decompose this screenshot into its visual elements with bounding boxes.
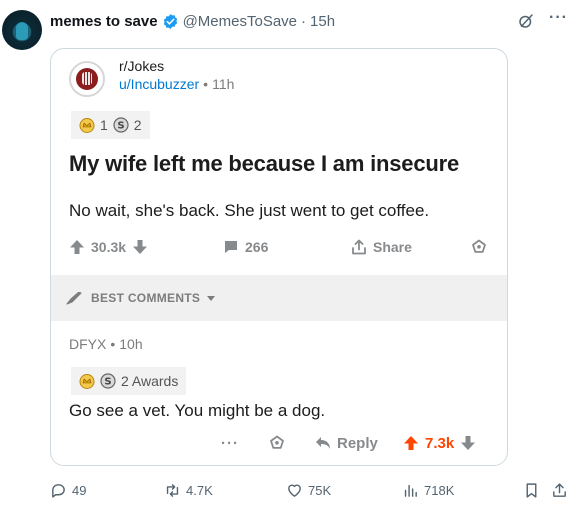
- tweet-engagement-bar: 49 4.7K 75K 718K: [0, 480, 588, 500]
- post-comment-count: 266: [245, 239, 269, 255]
- grok-icon[interactable]: [517, 12, 535, 30]
- post-vote-group: 30.3k: [69, 235, 148, 259]
- post-time: 11h: [212, 76, 235, 92]
- post-awards: 1 S 2: [71, 111, 150, 139]
- comment-reply: Reply: [315, 431, 378, 455]
- tweet: memes to save @MemesToSave · 15h ··· r/J…: [0, 0, 588, 512]
- tweet-time[interactable]: 15h: [310, 13, 335, 30]
- downvote-icon: [461, 436, 476, 450]
- comment-awards-label: 2 Awards: [121, 373, 179, 389]
- award-count-1: 1: [100, 117, 108, 133]
- share-button[interactable]: [551, 480, 568, 500]
- upvote-icon: [70, 240, 84, 254]
- comment-time: 10h: [119, 336, 143, 352]
- downvote-icon: [133, 240, 148, 254]
- post-body: No wait, she's back. She just went to ge…: [69, 201, 430, 220]
- like-count: 75K: [308, 482, 332, 498]
- share-label: Share: [373, 239, 412, 255]
- tweet-top-actions: ···: [517, 9, 568, 30]
- more-options-icon[interactable]: ···: [549, 9, 568, 27]
- post-username: u/Incubuzzer: [119, 76, 200, 92]
- reply-count: 49: [72, 482, 87, 498]
- svg-text:S: S: [117, 121, 124, 132]
- handle[interactable]: @MemesToSave: [183, 13, 297, 30]
- subreddit-name: r/Jokes: [119, 58, 165, 74]
- post-actions: 30.3k 266 Share: [69, 235, 493, 259]
- share-icon: [352, 239, 366, 255]
- comment-icon: [225, 241, 237, 253]
- comment-awards: S 2 Awards: [71, 367, 187, 395]
- retweet-icon: [166, 483, 179, 497]
- heart-icon: [288, 484, 301, 497]
- post-upvote-count: 30.3k: [91, 239, 127, 255]
- comment-actions: ··· Reply 7.3k: [51, 431, 507, 455]
- header-separator: ·: [301, 13, 307, 30]
- comment-vote-count: 7.3k: [425, 434, 455, 452]
- views-chart-icon: [404, 484, 417, 497]
- reply-icon: [316, 437, 330, 449]
- rocket-icon: [66, 291, 82, 305]
- comment-author: DFYX: [69, 336, 107, 352]
- comment-meta-separator: •: [110, 336, 116, 352]
- display-name[interactable]: memes to save: [50, 13, 158, 30]
- svg-text:S: S: [104, 377, 111, 388]
- post-award: [471, 235, 487, 259]
- bookmark-button[interactable]: [523, 480, 540, 500]
- share-upload-icon: [553, 482, 566, 497]
- like-button[interactable]: 75K: [286, 480, 331, 500]
- post-comments: 266: [223, 235, 268, 259]
- subreddit-avatar-icon: [69, 61, 105, 97]
- views-count: 718K: [424, 482, 455, 498]
- bookmark-icon: [526, 482, 537, 498]
- gold-award-icon: [79, 374, 95, 389]
- post-meta: u/Incubuzzer • 11h: [119, 76, 234, 92]
- retweet-button[interactable]: 4.7K: [164, 480, 213, 500]
- award-count-2: 2: [133, 117, 142, 133]
- reply-bubble-icon: [52, 483, 65, 498]
- gold-award-icon: [79, 118, 95, 133]
- upvote-active-icon: [404, 436, 418, 450]
- silver-award-icon: S: [113, 117, 129, 133]
- reply-button[interactable]: 49: [50, 480, 86, 500]
- post-title: My wife left me because I am insecure: [69, 151, 459, 176]
- best-comments-bar: BEST COMMENTS: [51, 275, 507, 321]
- award-icon: [472, 239, 486, 253]
- comment-meta: DFYX • 10h: [69, 336, 143, 352]
- avatar[interactable]: [2, 10, 42, 50]
- silver-award-icon: S: [100, 373, 116, 389]
- comment-award: [269, 431, 285, 455]
- comment-text: Go see a vet. You might be a dog.: [69, 401, 326, 420]
- award-icon: [270, 435, 284, 449]
- post-share: Share: [351, 235, 412, 259]
- reddit-screenshot[interactable]: r/Jokes u/Incubuzzer • 11h 1 S 2 My wife…: [50, 48, 508, 466]
- chevron-down-icon: [207, 296, 216, 301]
- comment-vote-group: 7.3k: [403, 431, 476, 455]
- comment-more-icon: ···: [221, 434, 239, 452]
- tweet-header: memes to save @MemesToSave · 15h: [50, 13, 335, 30]
- verified-badge-icon: [163, 14, 177, 29]
- retweet-count: 4.7K: [186, 482, 213, 498]
- reply-label: Reply: [337, 434, 378, 452]
- post-meta-separator: •: [203, 76, 209, 92]
- views-button[interactable]: 718K: [402, 480, 454, 500]
- best-comments-label: BEST COMMENTS: [91, 291, 201, 305]
